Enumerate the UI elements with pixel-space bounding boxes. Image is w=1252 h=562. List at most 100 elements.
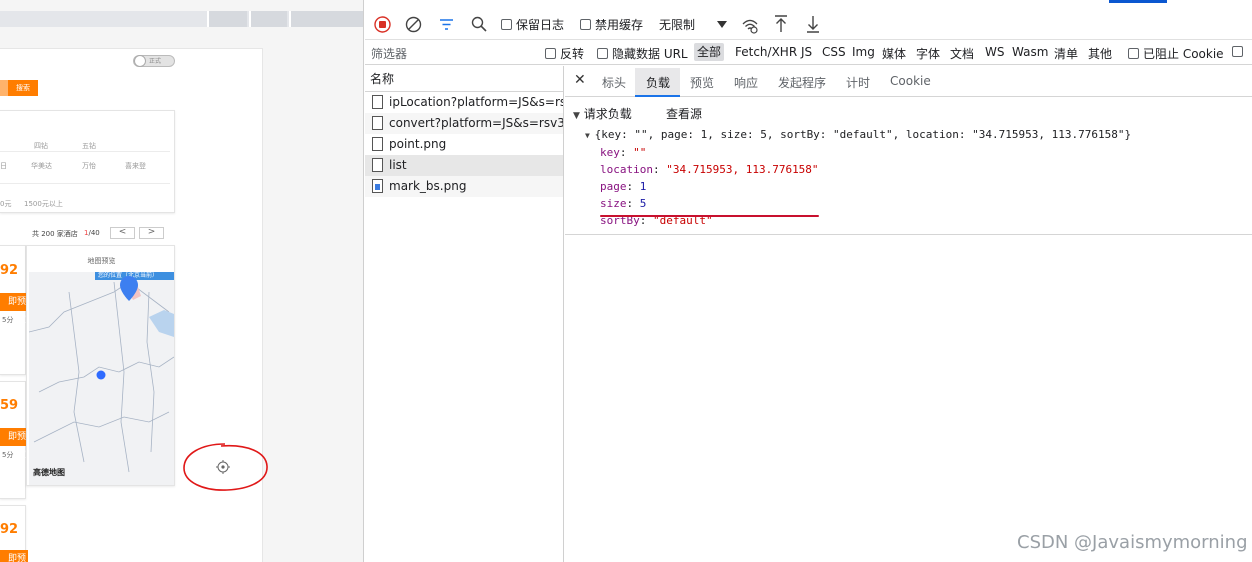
tab-response[interactable]: 响应 xyxy=(734,74,758,91)
price-filter[interactable]: 1500元以上 xyxy=(24,199,63,209)
star-filter-4[interactable]: 四钻 xyxy=(34,141,48,151)
document-icon xyxy=(372,137,383,151)
filter-bar: 筛选器 反转 隐藏数据 URL 全部 Fetch/XHR JS CSS Img … xyxy=(365,41,1252,65)
hotel-card[interactable]: 59 即预定 5分 xyxy=(0,381,28,499)
browser-tab-strip xyxy=(0,11,363,27)
request-list: 名称 ipLocation?platform=JS&s=rs... conver… xyxy=(365,66,564,562)
brand-filter[interactable]: 万怡 xyxy=(82,161,96,171)
close-icon[interactable]: ✕ xyxy=(574,72,586,88)
hotel-card[interactable]: 92 即预定 5分 xyxy=(0,245,28,375)
export-har-icon[interactable] xyxy=(806,15,820,33)
tab-segment[interactable] xyxy=(249,11,287,27)
document-icon xyxy=(372,158,383,172)
map-title: 地图预览 xyxy=(87,257,116,265)
type-filter-css[interactable]: CSS xyxy=(822,45,846,59)
payload-summary[interactable]: ▼ {key: "", page: 1, size: 5, sortBy: "d… xyxy=(585,128,1131,141)
tab-preview[interactable]: 预览 xyxy=(690,74,714,91)
tab-segment[interactable] xyxy=(207,11,247,27)
book-button[interactable]: 即预定 xyxy=(0,428,28,460)
hotel-price: 92 xyxy=(0,263,19,278)
checkbox-icon xyxy=(1232,46,1243,57)
checkbox-icon xyxy=(1128,48,1139,59)
triangle-down-icon: ▼ xyxy=(585,131,595,140)
prev-page-button[interactable]: < xyxy=(110,227,135,239)
clear-icon[interactable] xyxy=(405,16,422,33)
hotel-price: 59 xyxy=(0,398,19,413)
type-filter-media[interactable]: 媒体 xyxy=(882,45,906,62)
payload-field-page: page: 1 xyxy=(600,180,647,193)
search-icon[interactable] xyxy=(471,16,487,32)
blocked-cookie-checkbox[interactable]: 已阻止 Cookie xyxy=(1128,45,1224,62)
type-filter-wasm[interactable]: Wasm xyxy=(1012,45,1048,59)
search-input-edge[interactable] xyxy=(0,80,8,96)
blocked-requests-checkbox[interactable] xyxy=(1232,45,1247,59)
hide-data-url-checkbox[interactable]: 隐藏数据 URL xyxy=(597,45,688,62)
type-filter-js[interactable]: JS xyxy=(801,45,812,59)
payload-section-title[interactable]: ▼ 请求负载 xyxy=(573,105,632,122)
location-dot-icon xyxy=(96,370,106,380)
tab-payload[interactable]: 负载 xyxy=(646,74,670,91)
disable-cache-checkbox[interactable]: 禁用缓存 xyxy=(580,15,643,35)
checkbox-icon xyxy=(501,19,512,30)
book-button[interactable]: 即预定 xyxy=(0,293,28,325)
request-row[interactable]: ipLocation?platform=JS&s=rs... xyxy=(365,92,563,113)
hotel-price: 92 xyxy=(0,522,19,537)
tab-segment[interactable] xyxy=(289,11,363,27)
preserve-log-checkbox[interactable]: 保留日志 xyxy=(501,15,564,35)
type-filter-font[interactable]: 字体 xyxy=(916,45,940,62)
next-page-button[interactable]: > xyxy=(139,227,164,239)
network-conditions-icon[interactable] xyxy=(741,16,759,34)
type-filter-img[interactable]: Img xyxy=(852,45,875,59)
payload-field-size: size: 5 xyxy=(600,197,647,210)
filter-icon[interactable] xyxy=(439,17,454,32)
active-panel-indicator xyxy=(1109,0,1167,3)
tab-cookies[interactable]: Cookie xyxy=(890,74,931,88)
import-har-icon[interactable] xyxy=(774,15,788,33)
request-row[interactable]: mark_bs.png xyxy=(365,176,563,197)
tab-headers[interactable]: 标头 xyxy=(602,74,626,91)
brand-filter[interactable]: 华美达 xyxy=(31,161,52,171)
search-button[interactable]: 搜索 xyxy=(8,80,38,96)
filter-input[interactable]: 筛选器 xyxy=(371,45,407,62)
brand-filter[interactable]: 日 xyxy=(0,161,7,171)
request-list-header[interactable]: 名称 xyxy=(365,66,563,92)
request-row-selected[interactable]: list xyxy=(365,155,563,176)
star-filter-5[interactable]: 五钻 xyxy=(82,141,96,151)
type-filter-xhr[interactable]: Fetch/XHR xyxy=(735,45,797,59)
view-source-link[interactable]: 查看源 xyxy=(666,105,702,122)
toggle-label: 正式 xyxy=(149,58,162,65)
annotation-underline xyxy=(600,215,819,217)
network-toolbar: 保留日志 禁用缓存 无限制 xyxy=(365,0,1252,40)
triangle-down-icon: ▼ xyxy=(573,111,580,121)
request-row[interactable]: point.png xyxy=(365,134,563,155)
devtools-panel: 保留日志 禁用缓存 无限制 筛选器 反转 隐藏数据 URL 全部 Fetch/X… xyxy=(365,0,1252,562)
type-filter-manifest[interactable]: 清单 xyxy=(1054,45,1078,62)
env-toggle[interactable]: 正式 xyxy=(133,55,175,67)
type-filter-ws[interactable]: WS xyxy=(985,45,1004,59)
hotel-score: 5分 xyxy=(2,451,14,459)
price-filter[interactable]: 0元 xyxy=(0,199,11,209)
book-button[interactable]: 即预定 xyxy=(0,550,28,562)
invert-checkbox[interactable]: 反转 xyxy=(545,45,584,62)
record-icon[interactable] xyxy=(374,16,391,33)
detail-tabs: ✕ 标头 负载 预览 响应 发起程序 计时 Cookie xyxy=(565,66,1252,97)
payload-field-location: location: "34.715953, 113.776158" xyxy=(600,163,819,176)
web-page-panel: 正式 搜索 四钻 五钻 日 华美达 万怡 喜来登 0元 1500元以上 共 20… xyxy=(0,0,364,562)
type-filter-all[interactable]: 全部 xyxy=(694,43,725,61)
pager: 共 200 家酒店 1/40 < > xyxy=(0,225,175,241)
chevron-down-icon[interactable] xyxy=(717,21,727,29)
payload-field-key: key: "" xyxy=(600,146,647,159)
hotel-card[interactable]: 92 即预定 xyxy=(0,505,28,562)
throttle-select[interactable]: 无限制 xyxy=(659,15,695,35)
document-icon xyxy=(372,95,383,109)
map-pin-icon[interactable] xyxy=(119,276,139,302)
screenshot-root: 正式 搜索 四钻 五钻 日 华美达 万怡 喜来登 0元 1500元以上 共 20… xyxy=(0,0,1252,562)
request-row[interactable]: convert?platform=JS&s=rsv3... xyxy=(365,113,563,134)
tab-timing[interactable]: 计时 xyxy=(846,74,870,91)
type-filter-doc[interactable]: 文档 xyxy=(950,45,974,62)
type-filter-other[interactable]: 其他 xyxy=(1088,45,1112,62)
brand-filter[interactable]: 喜来登 xyxy=(125,161,146,171)
divider xyxy=(0,151,170,152)
tab-initiator[interactable]: 发起程序 xyxy=(778,74,826,91)
map-canvas[interactable]: 您的位置（北京当前） 高德地图 xyxy=(29,272,174,485)
